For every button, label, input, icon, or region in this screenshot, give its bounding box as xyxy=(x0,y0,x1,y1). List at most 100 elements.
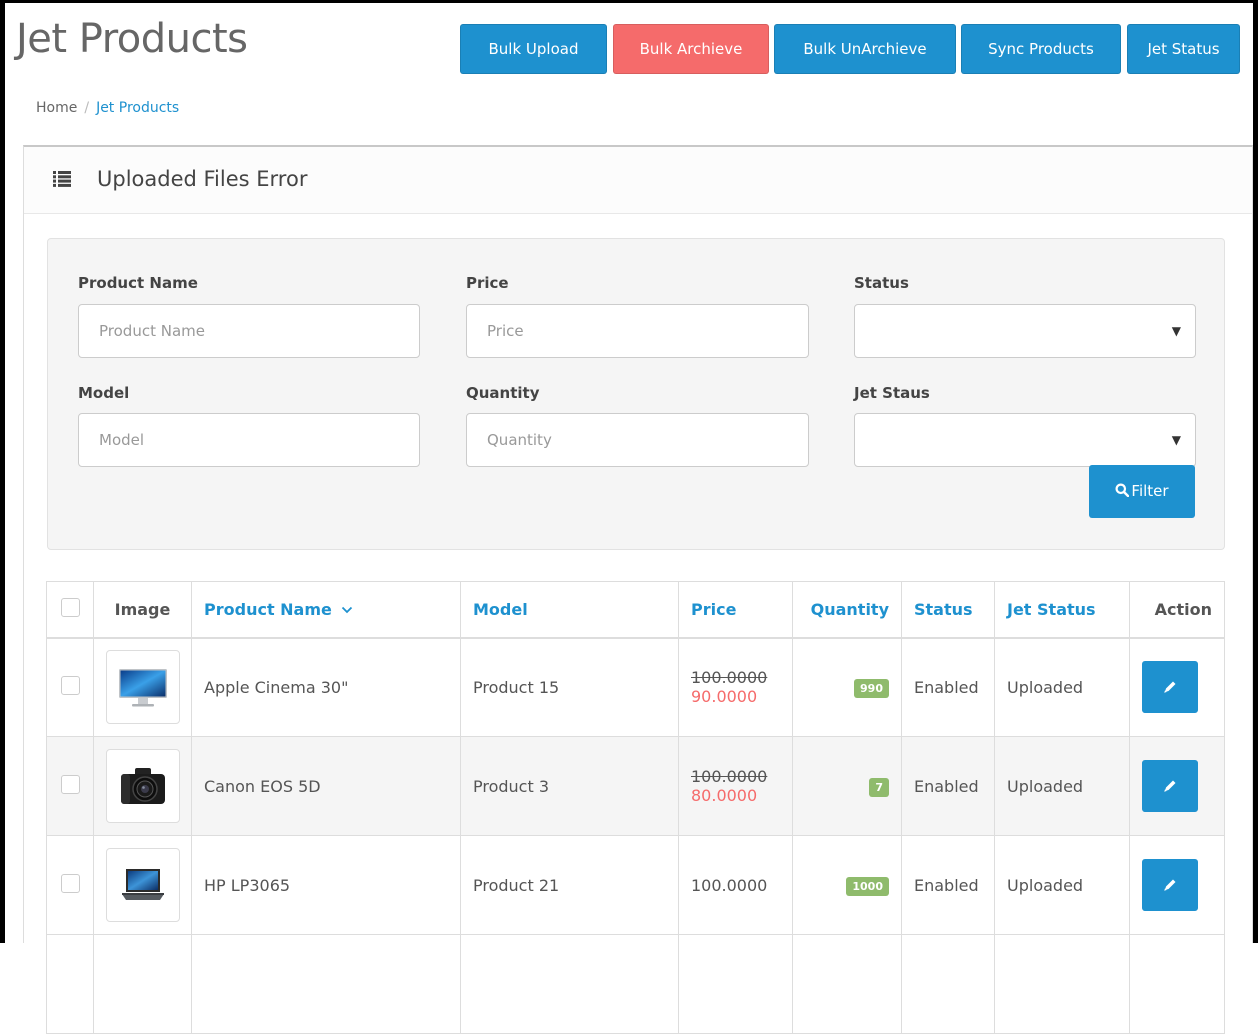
bulk-upload-button[interactable]: Bulk Upload xyxy=(460,24,607,74)
table-row: HP LP3065 Product 21 100.0000 1000 Enabl… xyxy=(46,835,1225,935)
products-table: Image Product Name Model Price Quantity … xyxy=(46,581,1225,1034)
panel-heading: Uploaded Files Error xyxy=(24,147,1252,214)
row-select-cell xyxy=(46,835,94,935)
model-cell xyxy=(460,934,679,1034)
jet-status-select[interactable]: ▼ xyxy=(854,413,1196,467)
model-input[interactable]: Model xyxy=(78,413,420,467)
action-cell xyxy=(1129,835,1225,935)
header-price[interactable]: Price xyxy=(678,581,793,639)
window-frame-top xyxy=(0,0,1258,3)
sync-products-button[interactable]: Sync Products xyxy=(961,24,1121,74)
image-cell xyxy=(93,736,192,836)
quantity-badge: 990 xyxy=(854,678,889,698)
image-cell xyxy=(93,934,192,1034)
quantity-badge: 1000 xyxy=(846,876,889,896)
header-product-name[interactable]: Product Name xyxy=(191,581,461,639)
camera-thumbnail[interactable] xyxy=(106,749,180,823)
breadcrumb-separator: / xyxy=(84,100,90,116)
header-action: Action xyxy=(1129,581,1225,639)
filter-button-label: Filter xyxy=(1131,482,1169,500)
product-name-cell: Canon EOS 5D xyxy=(191,736,461,836)
edit-button[interactable] xyxy=(1142,859,1198,911)
action-cell xyxy=(1129,934,1225,1034)
row-select-cell xyxy=(46,934,94,1034)
pencil-icon xyxy=(1164,879,1176,891)
search-icon xyxy=(1115,483,1130,498)
product-name-cell: HP LP3065 xyxy=(191,835,461,935)
panel-title: Uploaded Files Error xyxy=(97,167,308,191)
header-model[interactable]: Model xyxy=(460,581,679,639)
action-cell xyxy=(1129,736,1225,836)
model-cell: Product 21 xyxy=(460,835,679,935)
table-row xyxy=(46,934,1225,1034)
breadcrumb-current[interactable]: Jet Products xyxy=(96,100,179,116)
bulk-unarchieve-button[interactable]: Bulk UnArchieve xyxy=(774,24,956,74)
price-cell xyxy=(678,934,793,1034)
quantity-cell: 990 xyxy=(792,637,902,737)
original-price: 100.0000 xyxy=(691,668,768,688)
header-image: Image xyxy=(93,581,192,639)
header-product-name-label: Product Name xyxy=(204,599,332,619)
caret-down-icon: ▼ xyxy=(1171,433,1181,447)
quantity-label: Quantity xyxy=(466,384,540,402)
model-cell: Product 3 xyxy=(460,736,679,836)
edit-button[interactable] xyxy=(1142,661,1198,714)
edit-button[interactable] xyxy=(1142,760,1198,812)
header-jet-status[interactable]: Jet Status xyxy=(994,581,1130,639)
row-checkbox[interactable] xyxy=(60,774,80,794)
product-name-cell: Apple Cinema 30" xyxy=(191,637,461,737)
row-checkbox[interactable] xyxy=(60,873,80,893)
jet-status-button[interactable]: Jet Status xyxy=(1127,24,1240,74)
price-cell: 100.0000 80.0000 xyxy=(678,736,793,836)
camera-image xyxy=(121,768,165,804)
monitor-image xyxy=(119,669,167,707)
quantity-cell: 7 xyxy=(792,736,902,836)
laptop-thumbnail[interactable] xyxy=(106,848,180,922)
special-price: 90.0000 xyxy=(691,687,758,707)
bulk-archieve-button[interactable]: Bulk Archieve xyxy=(613,24,769,74)
row-select-cell xyxy=(46,637,94,737)
product-name-input[interactable]: Product Name xyxy=(78,304,420,358)
row-checkbox[interactable] xyxy=(60,675,80,695)
price-input[interactable]: Price xyxy=(466,304,809,358)
window-frame-right xyxy=(1253,0,1258,943)
special-price: 80.0000 xyxy=(691,786,758,805)
monitor-thumbnail[interactable] xyxy=(106,650,180,725)
page-title: Jet Products xyxy=(16,16,248,62)
status-select[interactable]: ▼ xyxy=(854,304,1196,358)
status-cell xyxy=(901,934,995,1034)
header-quantity[interactable]: Quantity xyxy=(792,581,902,639)
image-cell xyxy=(93,637,192,737)
chevron-down-icon xyxy=(342,606,353,614)
pencil-icon xyxy=(1164,681,1176,694)
pencil-icon xyxy=(1164,780,1176,792)
table-row: Apple Cinema 30" Product 15 100.0000 90.… xyxy=(46,637,1225,737)
image-cell xyxy=(93,835,192,935)
quantity-input[interactable]: Quantity xyxy=(466,413,809,467)
breadcrumb-home[interactable]: Home xyxy=(36,100,77,116)
window-frame-left xyxy=(0,0,5,943)
price-cell: 100.0000 90.0000 xyxy=(678,637,793,737)
status-label: Status xyxy=(854,274,909,292)
status-cell: Enabled xyxy=(901,637,995,737)
price-cell: 100.0000 xyxy=(678,835,793,935)
quantity-cell: 1000 xyxy=(792,835,902,935)
jet-status-cell: Uploaded xyxy=(994,637,1130,737)
status-cell: Enabled xyxy=(901,736,995,836)
product-name-cell xyxy=(191,934,461,1034)
list-icon xyxy=(53,171,71,187)
select-all-checkbox[interactable] xyxy=(60,597,80,617)
product-name-label: Product Name xyxy=(78,274,198,292)
laptop-image xyxy=(122,869,164,900)
status-cell: Enabled xyxy=(901,835,995,935)
action-cell xyxy=(1129,637,1225,737)
breadcrumb: Home / Jet Products xyxy=(36,100,179,116)
jet-status-label: Jet Staus xyxy=(854,384,930,402)
header-status[interactable]: Status xyxy=(901,581,995,639)
quantity-badge: 7 xyxy=(869,777,889,797)
jet-status-cell xyxy=(994,934,1130,1034)
filter-button[interactable]: Filter xyxy=(1089,465,1195,518)
quantity-cell xyxy=(792,934,902,1034)
model-cell: Product 15 xyxy=(460,637,679,737)
jet-status-cell: Uploaded xyxy=(994,736,1130,836)
